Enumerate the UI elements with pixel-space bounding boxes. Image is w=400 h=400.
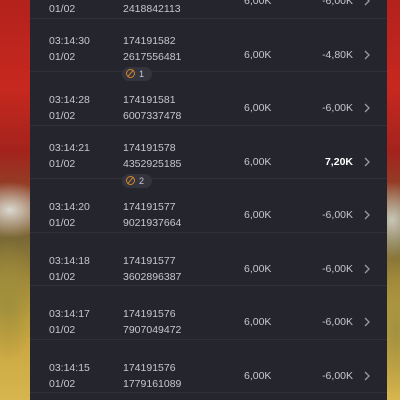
round-time: 03:14:18 (49, 254, 90, 267)
round-time: 03:14:28 (49, 94, 90, 106)
win-loss-amount: -6,00K (322, 209, 353, 221)
round-date: 01/02 (49, 377, 76, 390)
round-id-line2: 2617556481 (123, 50, 182, 63)
history-row[interactable]: 03:14:15 01/02 174191576 1779161089 6,00K -6,… (30, 340, 387, 393)
round-time: 03:14:21 (49, 141, 90, 154)
round-date: 01/02 (49, 157, 76, 170)
history-row[interactable]: 03:14:21 01/02 174191578 4352925185 6,00K 7,2… (30, 126, 387, 188)
bet-history-list: 03:14:3501/0217419158424188421136,00K-6,… (30, 0, 387, 400)
win-loss-amount: -6,00K (322, 0, 353, 7)
chevron-right-icon[interactable] (363, 0, 371, 6)
chevron-right-icon[interactable] (363, 50, 371, 60)
history-row[interactable]: 03:14:18 01/02 174191577 3602896387 6,00K -6,… (30, 233, 387, 286)
bet-amount: 6,00K (244, 209, 272, 221)
round-id-line1: 174191576 (123, 361, 176, 374)
win-loss-amount: -6,00K (322, 102, 353, 114)
history-row[interactable]: 03:14:3501/0217419158424188421136,00K-6,… (30, 0, 387, 19)
bet-amount: 6,00K (244, 155, 272, 168)
round-time: 03:14:20 (49, 201, 90, 213)
round-date: 01/02 (49, 50, 76, 63)
round-id-line1: 174191578 (123, 141, 176, 154)
round-time: 03:14:30 (49, 34, 90, 47)
chevron-right-icon[interactable] (363, 103, 371, 113)
round-date: 01/02 (49, 110, 76, 122)
history-row[interactable]: 03:14:20 01/02 174191577 9021937664 6,00K -6,… (30, 179, 387, 233)
chevron-right-icon[interactable] (363, 371, 371, 381)
history-row[interactable]: 03:14:28 01/02 174191581 6007337478 6,00K -6,… (30, 72, 387, 126)
round-id-line1: 174191581 (123, 94, 176, 106)
round-id-line2: 4352925185 (123, 157, 182, 170)
chevron-right-icon[interactable] (363, 210, 371, 220)
round-id-line2: 9021937664 (123, 217, 182, 229)
round-id-line1: 174191577 (123, 254, 176, 267)
chevron-right-icon[interactable] (363, 264, 371, 274)
round-time: 03:14:15 (49, 361, 90, 374)
win-loss-amount: -4,80K (322, 48, 353, 61)
round-id-line2: 2418842113 (123, 3, 181, 15)
chevron-right-icon[interactable] (363, 157, 371, 167)
round-id-line1: 174191582 (123, 34, 176, 47)
win-loss-amount: -6,00K (322, 316, 353, 328)
win-loss-amount: 7,20K (324, 155, 353, 168)
round-id-line2: 3602896387 (123, 270, 182, 283)
bet-amount: 6,00K (244, 316, 272, 328)
bet-amount: 6,00K (244, 48, 272, 61)
round-id-line2: 6007337478 (123, 110, 182, 122)
round-date: 01/02 (49, 270, 76, 283)
round-id-line2: 1779161089 (123, 377, 182, 390)
history-row[interactable]: 03:14:17 01/02 174191576 7907049472 6,00K -6,… (30, 286, 387, 340)
bet-amount: 6,00K (244, 369, 272, 382)
round-date: 01/02 (49, 3, 76, 15)
history-row[interactable]: 03:14:30 01/02 174191582 2617556481 6,00K -4,… (30, 19, 387, 81)
bet-amount: 6,00K (244, 262, 272, 275)
bet-amount: 6,00K (244, 102, 272, 114)
round-date: 01/02 (49, 217, 76, 229)
win-loss-amount: -6,00K (322, 262, 353, 275)
round-id-line1: 174191576 (123, 308, 176, 320)
chevron-right-icon[interactable] (363, 317, 371, 327)
round-id-line1: 174191577 (123, 201, 176, 213)
bet-amount: 6,00K (244, 0, 272, 7)
win-loss-amount: -6,00K (322, 369, 353, 382)
round-time: 03:14:17 (49, 308, 90, 320)
round-date: 01/02 (49, 324, 76, 336)
round-id-line2: 7907049472 (123, 324, 182, 336)
